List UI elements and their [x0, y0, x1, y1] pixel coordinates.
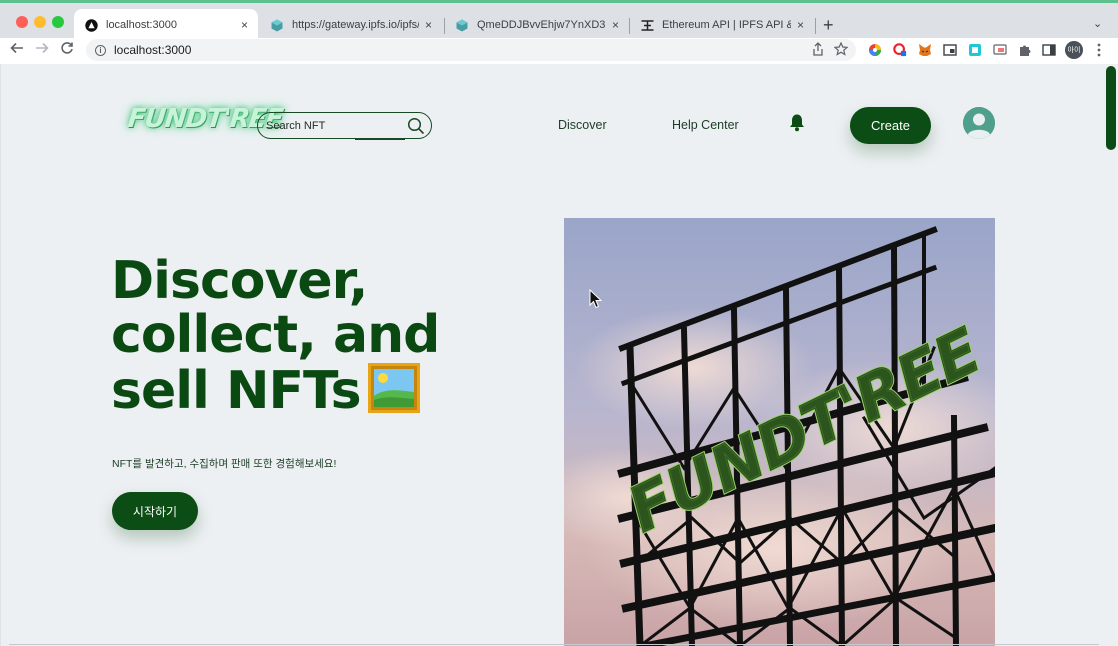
page-viewport: FUNDT'REE Discover Help Center Create Di… — [1, 64, 1103, 646]
tab-title: https://gateway.ipfs.io/ipfs/Qm — [292, 19, 419, 31]
headline-line-3: sell NFTs — [111, 361, 362, 421]
tab-ipfs-gateway[interactable]: https://gateway.ipfs.io/ipfs/Qm × — [260, 9, 442, 41]
tab-title: Ethereum API | IPFS API & Gate — [662, 19, 791, 31]
window-close-button[interactable] — [16, 16, 28, 28]
extensions-puzzle-icon[interactable] — [1018, 43, 1032, 57]
search-underline — [355, 139, 405, 141]
nav-discover-link[interactable]: Discover — [558, 118, 607, 132]
browser-tabstrip: localhost:3000 × https://gateway.ipfs.io… — [0, 0, 1118, 41]
tab-close-icon[interactable]: × — [425, 18, 432, 32]
tab-close-icon[interactable]: × — [241, 18, 248, 32]
headline-line-2: collect, and — [111, 305, 440, 365]
profile-avatar[interactable]: 아이 — [1065, 41, 1083, 59]
nav-help-center-link[interactable]: Help Center — [672, 118, 739, 132]
search-box[interactable] — [257, 112, 432, 141]
side-panel-icon[interactable] — [1042, 43, 1056, 57]
page-bottom-divider — [9, 644, 1099, 645]
picture-in-picture-icon[interactable] — [943, 43, 957, 57]
forward-arrow-icon[interactable] — [35, 41, 49, 59]
headline-line-1: Discover, — [111, 251, 368, 311]
user-avatar[interactable] — [963, 107, 995, 139]
reload-icon[interactable] — [60, 41, 74, 59]
mouse-cursor-icon — [589, 288, 603, 314]
start-button[interactable]: 시작하기 — [112, 492, 198, 530]
tab-close-icon[interactable]: × — [612, 18, 619, 32]
create-button[interactable]: Create — [850, 107, 931, 144]
address-bar[interactable]: i localhost:3000 — [86, 39, 856, 61]
screen-share-icon[interactable] — [993, 43, 1007, 57]
tab-title: localhost:3000 — [106, 19, 177, 31]
back-arrow-icon[interactable] — [10, 41, 24, 59]
window-zoom-button[interactable] — [52, 16, 64, 28]
user-silhouette-icon — [963, 107, 995, 139]
tab-ethereum-api[interactable]: Ethereum API | IPFS API & Gate × — [630, 9, 814, 41]
nextjs-icon — [84, 18, 98, 32]
color-wheel-extension-icon[interactable] — [868, 43, 882, 57]
infura-icon — [640, 18, 654, 32]
tab-close-icon[interactable]: × — [797, 18, 804, 32]
hero-billboard-image: FUNDT'REE FUNDT'REE — [564, 218, 995, 646]
scrollbar-thumb[interactable] — [1106, 66, 1116, 150]
window-minimize-button[interactable] — [34, 16, 46, 28]
share-icon[interactable] — [812, 42, 824, 59]
tab-search-button[interactable]: ⌄ — [1093, 17, 1102, 30]
search-nft-input[interactable] — [266, 119, 401, 132]
page-scrollbar[interactable] — [1103, 64, 1118, 646]
tab-ipfs-hash[interactable]: QmeDDJBvvEhjw7YnXD362nx × — [445, 9, 629, 41]
new-tab-button[interactable]: + — [823, 15, 834, 36]
url-text: localhost:3000 — [114, 43, 192, 57]
site-info-icon[interactable]: i — [95, 44, 106, 56]
tab-localhost[interactable]: localhost:3000 × — [74, 9, 258, 41]
browser-menu-icon[interactable] — [1092, 43, 1106, 57]
bookmark-star-icon[interactable] — [833, 41, 849, 59]
metamask-fox-icon[interactable] — [918, 43, 932, 57]
framed-picture-emoji-icon — [367, 362, 421, 424]
search-icon[interactable] — [407, 117, 425, 140]
hero-subtext: NFT를 발견하고, 수집하며 판매 또한 경험해보세요! — [112, 458, 337, 470]
notification-bell-icon[interactable] — [788, 113, 806, 137]
hero-headline: Discover, collect, and sell NFTs — [111, 254, 531, 424]
opera-extension-icon[interactable] — [893, 43, 907, 57]
tab-title: QmeDDJBvvEhjw7YnXD362nx — [477, 19, 606, 31]
browser-toolbar: i localhost:3000 아이 — [0, 38, 1118, 64]
capture-extension-icon[interactable] — [968, 43, 982, 57]
ipfs-cube-icon — [270, 18, 284, 32]
ipfs-cube-icon — [455, 18, 469, 32]
